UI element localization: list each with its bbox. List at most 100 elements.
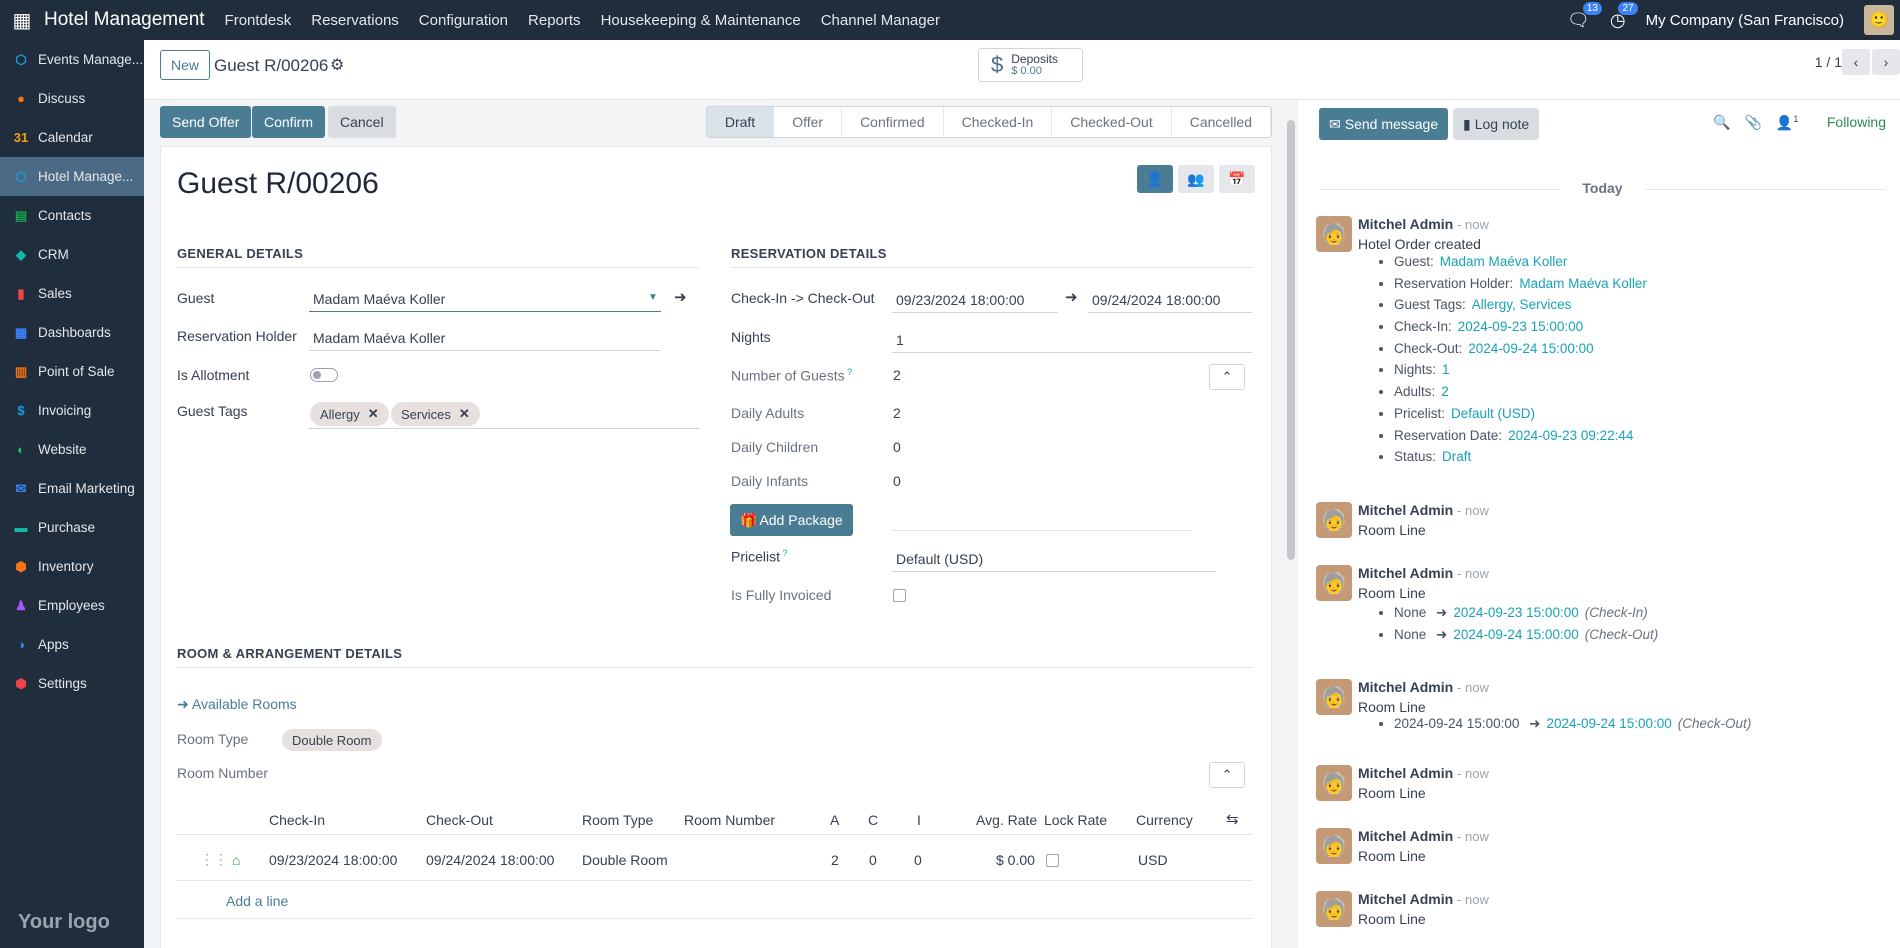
author-avatar[interactable]: 🧓 [1316,679,1352,715]
new-button[interactable]: New [160,50,211,80]
room-type-tag[interactable]: Double Room [282,729,382,751]
form-scrollbar[interactable] [1284,100,1298,948]
row-lock-rate-checkbox[interactable] [1046,854,1059,867]
messages-icon[interactable]: 🗨 13 [1567,1,1602,31]
col-checkin[interactable]: Check-In [269,812,325,828]
col-avg-rate[interactable]: Avg. Rate [976,812,1037,828]
author-name[interactable]: Mitchel Admin [1358,679,1453,695]
sidebar-item[interactable]: ⬡ Hotel Manage... [0,157,144,196]
send-message-button[interactable]: ✉ Send message [1319,108,1449,140]
sidebar-item[interactable]: ▥ Point of Sale [0,352,144,391]
fully-invoiced-checkbox[interactable] [893,589,906,602]
menu-frontdesk[interactable]: Frontdesk [225,12,292,29]
row-room-type[interactable]: Double Room [582,852,668,868]
pager-prev-icon[interactable]: ‹ [1842,49,1870,75]
sidebar-item[interactable]: $ Invoicing [0,391,144,430]
apps-menu-icon[interactable]: ▦ [0,8,44,33]
author-name[interactable]: Mitchel Admin [1358,828,1453,844]
collapse-rooms-icon[interactable]: ⌃ [1209,762,1245,788]
tag-allergy[interactable]: Allergy ✕ [310,402,389,426]
nights-field[interactable]: 1 [892,331,1252,353]
stage-offer[interactable]: Offer [774,107,843,137]
author-name[interactable]: Mitchel Admin [1358,502,1453,518]
paperclip-icon[interactable]: 📎 [1744,114,1761,132]
collapse-guests-icon[interactable]: ⌃ [1209,364,1245,390]
log-note-button[interactable]: ▮ Log note [1453,108,1540,140]
author-avatar[interactable]: 🧓 [1316,891,1352,927]
activities-icon[interactable]: ◷ 27 [1610,1,1638,31]
scrollbar-thumb[interactable] [1287,120,1295,560]
author-avatar[interactable]: 🧓 [1316,502,1352,538]
col-lock-rate[interactable]: Lock Rate [1044,812,1107,828]
stage-checked-out[interactable]: Checked-Out [1052,107,1172,137]
followers-icon[interactable]: 👤1 [1776,114,1798,132]
row-checkin[interactable]: 09/23/2024 18:00:00 [269,852,397,868]
sidebar-item[interactable]: ◆ CRM [0,235,144,274]
calendar-icon[interactable]: 📅 [1219,165,1255,193]
dropdown-caret-icon[interactable]: ▼ [648,292,658,303]
add-package-button[interactable]: 🎁 Add Package [730,504,853,536]
row-currency[interactable]: USD [1138,852,1168,868]
col-checkout[interactable]: Check-Out [426,812,493,828]
row-infants[interactable]: 0 [914,852,922,868]
cancel-button[interactable]: Cancel [328,106,396,138]
deposits-smart-button[interactable]: $ Deposits $ 0.00 [978,48,1083,82]
menu-reports[interactable]: Reports [528,12,581,29]
author-name[interactable]: Mitchel Admin [1358,216,1453,232]
author-name[interactable]: Mitchel Admin [1358,765,1453,781]
sidebar-item[interactable]: ✉ Email Marketing [0,469,144,508]
following-button[interactable]: Following [1827,114,1886,130]
app-brand[interactable]: Hotel Management [44,9,205,31]
stage-checked-in[interactable]: Checked-In [944,107,1053,137]
col-currency[interactable]: Currency [1136,812,1193,828]
user-icon[interactable]: 👤 [1137,165,1173,193]
sidebar-item[interactable]: ▬ Purchase [0,508,144,547]
user-avatar[interactable]: 🙂 [1864,5,1894,35]
author-avatar[interactable]: 🧓 [1316,216,1352,252]
col-children[interactable]: C [868,812,878,828]
menu-housekeeping[interactable]: Housekeeping & Maintenance [601,12,801,29]
company-switcher[interactable]: My Company (San Francisco) [1646,12,1844,29]
drag-handle-icon[interactable]: ⋮⋮ [200,851,228,868]
gear-icon[interactable]: ⚙ [330,55,344,75]
author-avatar[interactable]: 🧓 [1316,565,1352,601]
author-avatar[interactable]: 🧓 [1316,765,1352,801]
sidebar-item[interactable]: ▤ Contacts [0,196,144,235]
reservation-holder-field[interactable]: Madam Maéva Koller [309,329,661,351]
row-avg-rate[interactable]: $ 0.00 [996,852,1035,868]
help-icon[interactable]: ? [845,367,852,377]
send-offer-button[interactable]: Send Offer [160,106,252,138]
sidebar-item[interactable]: ⬢ Inventory [0,547,144,586]
open-record-arrow-icon[interactable]: ➜ [674,288,687,306]
menu-channel-manager[interactable]: Channel Manager [821,12,940,29]
sidebar-item[interactable]: ◑ Apps [0,625,144,664]
row-checkout[interactable]: 09/24/2024 18:00:00 [426,852,554,868]
stage-cancelled[interactable]: Cancelled [1172,107,1271,137]
guest-field[interactable]: Madam Maéva Koller [309,290,661,312]
sidebar-item[interactable]: ▦ Dashboards [0,313,144,352]
row-children[interactable]: 0 [869,852,877,868]
sidebar-item[interactable]: ● Discuss [0,79,144,118]
author-name[interactable]: Mitchel Admin [1358,891,1453,907]
author-avatar[interactable]: 🧓 [1316,828,1352,864]
add-a-line-link[interactable]: Add a line [226,893,288,909]
pricelist-field[interactable]: Default (USD) [892,550,1216,572]
col-room-number[interactable]: Room Number [684,812,775,828]
sidebar-item[interactable]: ⬡ Events Manage... [0,40,144,79]
row-adults[interactable]: 2 [831,852,839,868]
stage-draft[interactable]: Draft [706,107,775,137]
checkin-date-field[interactable]: 09/23/2024 18:00:00 [892,291,1058,313]
help-icon[interactable]: ? [780,548,788,558]
confirm-button[interactable]: Confirm [252,106,326,138]
is-allotment-toggle[interactable] [310,368,338,382]
pager-next-icon[interactable]: › [1872,49,1900,75]
group-icon[interactable]: 👥 [1178,165,1214,193]
col-room-type[interactable]: Room Type [582,812,653,828]
col-infants[interactable]: I [917,812,921,828]
author-name[interactable]: Mitchel Admin [1358,565,1453,581]
sidebar-item[interactable]: ▮ Sales [0,274,144,313]
tag-services[interactable]: Services ✕ [391,402,480,426]
available-rooms-link[interactable]: ➜ Available Rooms [177,696,297,713]
sidebar-item[interactable]: ◐ Website [0,430,144,469]
sidebar-item[interactable]: 31 Calendar [0,118,144,157]
